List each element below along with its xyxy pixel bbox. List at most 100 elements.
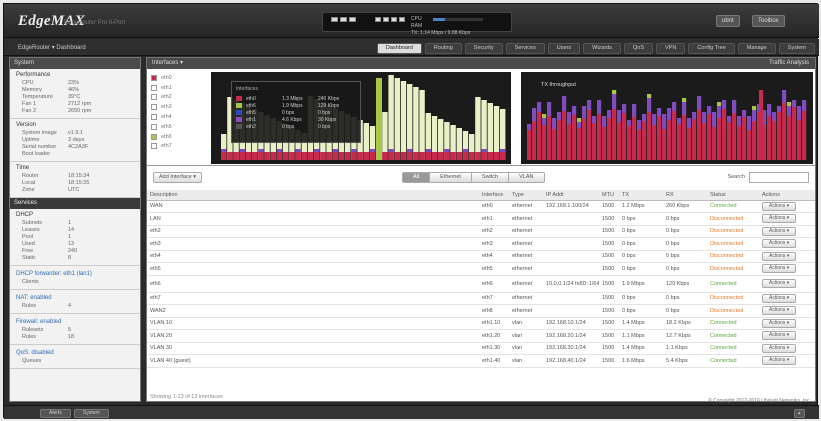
actions-button[interactable]: Actions ▾ <box>762 293 797 303</box>
legend-item[interactable]: eth7 <box>149 142 209 152</box>
stat-row: Free 240 <box>16 248 134 255</box>
tab-vpn[interactable]: VPN <box>656 43 686 54</box>
legend-swatch[interactable] <box>151 84 157 91</box>
table-row[interactable]: LAN eth1 ethernet 1500 0 bps 0 bps Disconnecte… <box>147 212 815 226</box>
column-header[interactable]: TX <box>619 190 663 201</box>
table-row[interactable]: eth5 eth5 ethernet 1500 0 bps 0 bps Disconnect… <box>147 262 815 276</box>
tab-routing[interactable]: Routing <box>424 43 462 54</box>
tab-config-tree[interactable]: Config Tree <box>688 43 735 54</box>
actions-button[interactable]: Actions ▾ <box>762 318 797 328</box>
table-row[interactable]: VLAN 10 eth1.10 vlan 192.168.10.1/24 1500 1.4… <box>147 317 815 330</box>
column-header[interactable] <box>463 190 479 201</box>
table-cell: 0 bps <box>619 262 663 276</box>
table-row[interactable]: VLAN 30 eth1.30 vlan 192.168.30.1/24 1500 1.4… <box>147 342 815 355</box>
column-header[interactable]: Type <box>509 190 543 201</box>
device-model: EdgeRouter Pro 8-Port <box>64 20 126 26</box>
actions-button[interactable]: Actions ▾ <box>762 343 797 353</box>
legend-swatch[interactable] <box>151 94 157 101</box>
legend-item[interactable]: eth4 <box>149 112 209 122</box>
filter-ethernet[interactable]: Ethernet <box>430 172 472 183</box>
legend-swatch[interactable] <box>151 74 157 81</box>
breadcrumb[interactable]: EdgeRouter ▾ Dashboard <box>18 44 86 51</box>
table-row[interactable]: eth6 eth6 ethernet 10.0.0.1/24 fe80::1/64 15… <box>147 275 815 293</box>
tab-dashboard[interactable]: Dashboard <box>376 43 422 54</box>
actions-button[interactable]: Actions ▾ <box>762 356 797 366</box>
service-link[interactable]: DHCP forwarder: eth1 (lan1) <box>16 271 134 277</box>
table-cell: WAN <box>147 200 463 213</box>
rx-bar-red <box>345 152 351 160</box>
table-cell <box>463 275 479 293</box>
legend-swatch[interactable] <box>151 114 157 121</box>
tx-bar-purple <box>737 116 742 126</box>
actions-button[interactable]: Actions ▾ <box>762 331 797 341</box>
filter-switch[interactable]: Switch <box>471 172 510 183</box>
legend-label: eth3 <box>161 104 172 111</box>
table-row[interactable]: WAN2 eth8 ethernet 1500 0 bps 0 bps Disconnect… <box>147 304 815 318</box>
actions-button[interactable]: Actions ▾ <box>762 264 797 274</box>
tab-qos[interactable]: QoS <box>624 43 654 54</box>
tab-users[interactable]: Users <box>547 43 581 54</box>
actions-button[interactable]: Actions ▾ <box>762 239 797 249</box>
actions-button[interactable]: Actions ▾ <box>762 226 797 236</box>
expand-icon[interactable]: ▴ <box>794 409 805 418</box>
alerts-button[interactable]: Alerts <box>40 409 71 418</box>
table-row[interactable]: VLAN 40 (guest) eth1.40 vlan 192.168.40.1/2… <box>147 354 815 368</box>
system-button[interactable]: System <box>74 409 109 418</box>
user-button[interactable]: ubnt <box>716 15 740 27</box>
stat-row: Router 18:15:34 <box>16 173 134 180</box>
legend-swatch[interactable] <box>151 123 157 130</box>
service-link[interactable]: Firewall: enabled <box>16 319 134 325</box>
tx-bar-purple <box>622 104 627 113</box>
filter-all[interactable]: All <box>402 172 431 183</box>
actions-button[interactable]: Actions ▾ <box>762 214 797 224</box>
service-link[interactable]: QoS: disabled <box>16 350 134 356</box>
legend-item[interactable]: eth6 <box>149 132 209 142</box>
table-row[interactable]: eth4 eth4 ethernet 1500 0 bps 0 bps Disconnect… <box>147 250 815 263</box>
legend-item[interactable]: eth5 <box>149 122 209 132</box>
interfaces-menu[interactable]: Interfaces ▾ <box>152 60 183 66</box>
legend-swatch[interactable] <box>151 133 157 140</box>
table-cell: eth4 <box>147 250 463 263</box>
rx-bar-purple <box>444 149 450 152</box>
table-row[interactable]: eth2 eth2 ethernet 1500 0 bps 0 bps Disconnect… <box>147 225 815 238</box>
table-row[interactable]: VLAN 20 eth1.20 vlan 192.168.20.1/24 1500 1.1… <box>147 329 815 343</box>
toolbox-button[interactable]: Toolbox <box>752 15 785 27</box>
column-header[interactable]: MTU <box>599 190 619 201</box>
legend-item[interactable]: eth1 <box>149 83 209 93</box>
table-cell: 260 Kbps <box>663 200 707 213</box>
table-row[interactable]: eth3 eth3 ethernet 1500 0 bps 0 bps Disconnect… <box>147 237 815 251</box>
column-header[interactable]: IP Addr <box>543 190 599 201</box>
column-header[interactable]: Actions <box>759 190 815 201</box>
tab-system[interactable]: System <box>778 43 815 54</box>
legend-swatch[interactable] <box>151 104 157 111</box>
tab-services[interactable]: Services <box>505 43 545 54</box>
add-interface-button[interactable]: Add Interface ▾ <box>153 172 203 183</box>
table-row[interactable]: WAN eth0 ethernet 192.168.1.100/24 1500 1.2 M… <box>147 200 815 213</box>
actions-button[interactable]: Actions ▾ <box>762 306 797 316</box>
filter-vlan[interactable]: VLAN <box>509 172 545 183</box>
tab-manage[interactable]: Manage <box>737 43 776 54</box>
legend-item[interactable]: eth3 <box>149 102 209 112</box>
legend-swatch[interactable] <box>151 143 157 150</box>
legend-item[interactable]: eth2 <box>149 93 209 103</box>
table-row[interactable]: eth7 eth7 ethernet 1500 0 bps 0 bps Disconnect… <box>147 292 815 305</box>
search-input[interactable] <box>749 172 809 183</box>
rx-bar-red <box>239 152 245 160</box>
actions-button[interactable]: Actions ▾ <box>762 251 797 261</box>
tx-bar-red <box>527 130 532 160</box>
column-header[interactable]: Status <box>707 190 759 201</box>
tab-security[interactable]: Security <box>464 43 503 54</box>
traffic-analysis-link[interactable]: Traffic Analysis <box>769 58 809 69</box>
table-cell <box>463 342 479 355</box>
column-header[interactable]: Interface <box>479 190 509 201</box>
actions-button[interactable]: Actions ▾ <box>762 201 797 211</box>
column-header[interactable]: RX <box>663 190 707 201</box>
legend-item[interactable]: eth0 <box>149 73 209 83</box>
tab-wizards[interactable]: Wizards <box>583 43 621 54</box>
stat-row: Clients <box>16 279 134 286</box>
column-header[interactable]: Description <box>147 190 463 201</box>
actions-button[interactable]: Actions ▾ <box>762 279 797 288</box>
rx-bar-red <box>407 152 413 160</box>
tx-bar-purple <box>632 104 637 117</box>
service-link[interactable]: NAT: enabled <box>16 295 134 301</box>
